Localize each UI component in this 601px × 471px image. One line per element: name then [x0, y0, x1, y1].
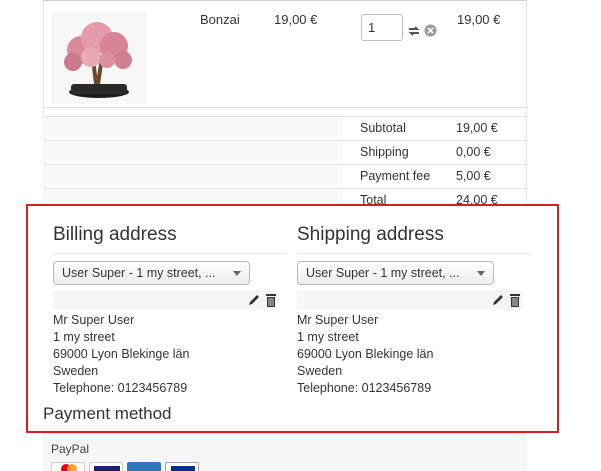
payment-method-title: Payment method	[43, 404, 172, 423]
product-unit-price: 19,00 €	[274, 12, 318, 27]
paypal-option-label[interactable]: PayPal	[51, 442, 89, 456]
cart-product-row: Bonzai 19,00 € 19,00 €	[43, 2, 527, 108]
totals-spacer	[43, 141, 343, 164]
billing-address-details: Mr Super User 1 my street 69000 Lyon Ble…	[53, 312, 189, 397]
subtotal-label: Subtotal	[360, 121, 406, 135]
refresh-icon[interactable]	[407, 24, 421, 38]
totals-spacer	[43, 117, 343, 140]
quantity-input[interactable]	[361, 14, 403, 41]
divider	[53, 253, 287, 254]
payment-options: PayPal	[43, 433, 527, 471]
shipping-value: 0,00 €	[456, 145, 491, 159]
address-highlight-box: Billing address User Super - 1 my street…	[26, 204, 559, 433]
payment-fee-label: Payment fee	[360, 169, 431, 183]
address-city: 69000 Lyon Blekinge län	[297, 347, 434, 361]
mastercard-logo-icon	[51, 462, 85, 471]
billing-address-toolbar	[53, 290, 279, 310]
address-name: Mr Super User	[53, 313, 135, 327]
product-row-total: 19,00 €	[457, 12, 501, 27]
address-country: Sweden	[53, 364, 99, 378]
amex-logo-icon	[127, 462, 161, 471]
visa-logo-icon	[89, 462, 123, 471]
remove-icon[interactable]	[424, 24, 437, 37]
totals-row: Subtotal 19,00 €	[43, 116, 527, 140]
address-name: Mr Super User	[297, 313, 379, 327]
address-telephone: Telephone: 0123456789	[297, 381, 432, 395]
totals-row: Shipping 0,00 €	[43, 140, 527, 164]
totals-spacer	[43, 165, 343, 188]
totals-row: Payment fee 5,00 €	[43, 164, 527, 188]
product-image[interactable]	[51, 12, 147, 104]
divider	[297, 253, 531, 254]
payment-fee-value: 5,00 €	[456, 169, 491, 183]
shipping-address-title: Shipping address	[297, 224, 444, 245]
subtotal-value: 19,00 €	[456, 121, 498, 135]
paypal-logo-icon	[165, 462, 199, 471]
shipping-address-selected: User Super - 1 my street, ...	[306, 266, 460, 280]
pencil-icon[interactable]	[491, 293, 505, 307]
billing-address-select[interactable]: User Super - 1 my street, ...	[53, 261, 250, 285]
cart-totals: Subtotal 19,00 € Shipping 0,00 € Payment…	[43, 116, 527, 212]
shipping-label: Shipping	[360, 145, 409, 159]
address-telephone: Telephone: 0123456789	[53, 381, 188, 395]
caret-down-icon	[233, 271, 241, 276]
shipping-address-toolbar	[297, 290, 523, 310]
address-street: 1 my street	[297, 330, 359, 344]
billing-address-title: Billing address	[53, 224, 177, 245]
pencil-icon[interactable]	[247, 293, 261, 307]
address-street: 1 my street	[53, 330, 115, 344]
shipping-address-details: Mr Super User 1 my street 69000 Lyon Ble…	[297, 312, 433, 397]
trash-icon[interactable]	[509, 293, 521, 307]
product-name[interactable]: Bonzai	[200, 12, 240, 27]
address-city: 69000 Lyon Blekinge län	[53, 347, 190, 361]
shipping-address-select[interactable]: User Super - 1 my street, ...	[297, 261, 494, 285]
billing-address-selected: User Super - 1 my street, ...	[62, 266, 216, 280]
address-country: Sweden	[297, 364, 343, 378]
caret-down-icon	[477, 271, 485, 276]
bonsai-illustration	[64, 22, 132, 98]
trash-icon[interactable]	[265, 293, 277, 307]
